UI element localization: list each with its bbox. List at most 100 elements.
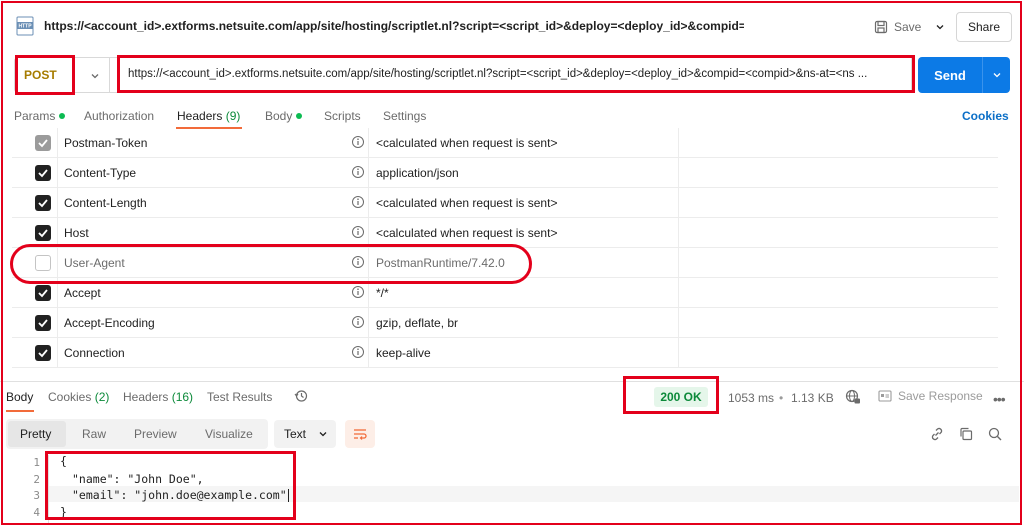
header-value[interactable]: keep-alive xyxy=(376,346,431,360)
header-key[interactable]: Host xyxy=(64,226,89,240)
line-number: 2 xyxy=(33,473,40,486)
tab-settings[interactable]: Settings xyxy=(383,109,426,123)
response-tab-body[interactable]: Body xyxy=(6,390,33,404)
table-row: Accept-Encoding gzip, deflate, br xyxy=(12,308,998,338)
info-icon[interactable] xyxy=(351,315,365,329)
response-size[interactable]: 1.13 KB xyxy=(791,391,834,405)
response-tab-cookies[interactable]: Cookies (2) xyxy=(48,390,109,404)
info-icon[interactable] xyxy=(351,285,365,299)
tab-body[interactable]: Body xyxy=(265,109,303,123)
response-divider[interactable] xyxy=(0,381,1024,382)
header-checkbox[interactable] xyxy=(35,345,51,361)
header-key[interactable]: User-Agent xyxy=(64,256,125,270)
response-time[interactable]: 1053 ms xyxy=(728,391,774,405)
header-value[interactable]: */* xyxy=(376,286,389,300)
tab-count: (9) xyxy=(225,109,241,123)
tab-label: Settings xyxy=(383,109,427,123)
chevron-down-icon xyxy=(993,73,1000,78)
gutter-divider xyxy=(48,455,49,523)
request-tabs: Params Authorization Headers (9) Body Sc… xyxy=(0,104,1024,128)
header-value[interactable]: application/json xyxy=(376,166,459,180)
globe-icon[interactable] xyxy=(845,389,861,405)
info-icon[interactable] xyxy=(351,165,365,179)
tab-count: (2) xyxy=(94,390,110,404)
header-checkbox[interactable] xyxy=(35,135,51,151)
tab-label: Cookies xyxy=(48,390,92,404)
copy-icon[interactable] xyxy=(958,426,974,442)
view-tab-visualize[interactable]: Visualize xyxy=(205,427,253,441)
view-tab-pretty[interactable]: Pretty xyxy=(20,427,51,441)
tab-count: (16) xyxy=(171,390,194,404)
tab-label: Authorization xyxy=(84,109,155,123)
chevron-down-icon xyxy=(936,25,944,30)
header-value[interactable]: gzip, deflate, br xyxy=(376,316,458,330)
tab-label: Scripts xyxy=(324,109,361,123)
info-icon[interactable] xyxy=(351,345,365,359)
header-key[interactable]: Accept-Encoding xyxy=(64,316,155,330)
tab-authorization[interactable]: Authorization xyxy=(84,109,154,123)
svg-text:HTTP: HTTP xyxy=(18,24,32,30)
code-line: "name": "John Doe", xyxy=(72,472,204,486)
wrap-lines-icon xyxy=(354,429,367,440)
headers-table: Postman-Token <calculated when request i… xyxy=(12,128,998,380)
check-icon xyxy=(38,229,48,238)
info-icon[interactable] xyxy=(351,195,365,209)
check-icon xyxy=(38,169,48,178)
save-button[interactable]: Save xyxy=(866,12,929,42)
cookies-link[interactable]: Cookies xyxy=(962,109,1009,123)
header-checkbox[interactable] xyxy=(35,315,51,331)
check-icon xyxy=(38,349,48,358)
view-tab-preview[interactable]: Preview xyxy=(134,427,177,441)
tab-scripts[interactable]: Scripts xyxy=(324,109,361,123)
response-tab-test-results[interactable]: Test Results xyxy=(207,390,272,404)
send-button-group: Send xyxy=(918,57,1010,93)
table-row: Postman-Token <calculated when request i… xyxy=(12,128,998,158)
save-response-icon xyxy=(878,390,892,402)
save-options-button[interactable] xyxy=(929,12,951,42)
line-number: 3 xyxy=(33,489,40,502)
send-button[interactable]: Send xyxy=(918,57,982,93)
format-select[interactable]: Text xyxy=(274,420,336,448)
header-checkbox[interactable] xyxy=(35,165,51,181)
header-value[interactable]: <calculated when request is sent> xyxy=(376,226,557,240)
code-line: "email": "john.doe@example.com" xyxy=(72,488,289,502)
check-icon xyxy=(38,319,48,328)
line-number: 4 xyxy=(33,506,40,519)
share-button[interactable]: Share xyxy=(956,12,1012,42)
header-key[interactable]: Content-Type xyxy=(64,166,136,180)
info-icon[interactable] xyxy=(351,255,365,269)
send-options-button[interactable] xyxy=(982,57,1010,93)
header-value[interactable]: PostmanRuntime/7.42.0 xyxy=(376,256,505,270)
save-label: Save xyxy=(894,20,922,34)
tab-params[interactable]: Params xyxy=(14,109,66,123)
header-value[interactable]: <calculated when request is sent> xyxy=(376,196,557,210)
response-tab-headers[interactable]: Headers (16) xyxy=(123,390,193,404)
request-title[interactable]: https://<account_id>.extforms.netsuite.c… xyxy=(44,19,744,33)
header-key[interactable]: Connection xyxy=(64,346,125,360)
info-icon[interactable] xyxy=(351,135,365,149)
status-badge[interactable]: 200 OK xyxy=(654,387,708,407)
header-checkbox[interactable] xyxy=(35,195,51,211)
check-icon xyxy=(38,139,48,148)
tab-label: Params xyxy=(14,109,56,123)
view-tab-raw[interactable]: Raw xyxy=(82,427,106,441)
save-group: Save xyxy=(866,12,951,42)
search-icon[interactable] xyxy=(987,426,1003,442)
save-response-button[interactable]: Save Response xyxy=(878,389,983,403)
table-row: User-Agent PostmanRuntime/7.42.0 xyxy=(12,248,998,278)
table-row: Accept */* xyxy=(12,278,998,308)
link-icon[interactable] xyxy=(929,426,945,442)
header-key[interactable]: Accept xyxy=(64,286,101,300)
tab-headers[interactable]: Headers (9) xyxy=(177,109,240,123)
info-icon[interactable] xyxy=(351,225,365,239)
wrap-lines-button[interactable] xyxy=(345,420,375,448)
header-checkbox[interactable] xyxy=(35,285,51,301)
header-checkbox[interactable] xyxy=(35,255,51,271)
url-text: https://<account_id>.extforms.netsuite.c… xyxy=(128,68,868,80)
header-checkbox[interactable] xyxy=(35,225,51,241)
history-icon[interactable] xyxy=(294,389,308,403)
save-icon xyxy=(874,20,888,34)
header-key[interactable]: Content-Length xyxy=(64,196,147,210)
table-row: Connection keep-alive xyxy=(12,338,998,368)
more-options-icon[interactable]: ••• xyxy=(993,391,1006,407)
